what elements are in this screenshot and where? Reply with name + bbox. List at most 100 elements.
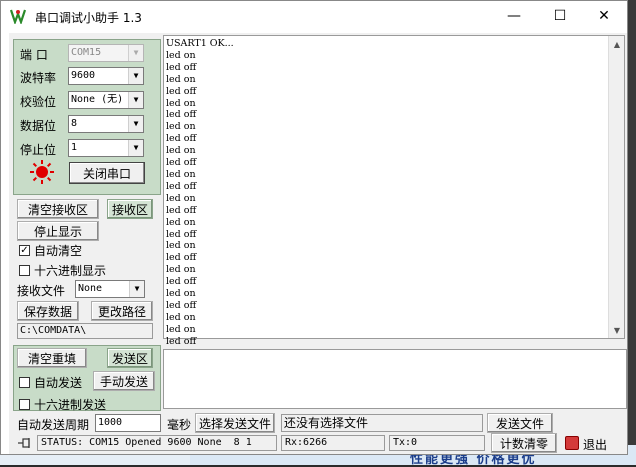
log-line: led on	[166, 121, 196, 133]
clear-receive-button[interactable]: 清空接收区	[17, 199, 99, 219]
hex-send-checkbox[interactable]: 十六进制发送	[19, 396, 106, 413]
chevron-down-icon: ▼	[128, 140, 143, 156]
stopbits-select[interactable]: 1 ▼	[68, 139, 144, 157]
log-line: led off	[166, 204, 197, 216]
pin-icon[interactable]	[17, 437, 33, 449]
app-window: 串口调试小助手 1.3 — ☐ ✕ 端 口 COM15 ▼ 波特率 9600 ▼…	[0, 0, 628, 455]
log-line: led off	[166, 85, 197, 97]
send-file-button[interactable]: 发送文件	[487, 413, 553, 433]
log-line: led off	[166, 276, 197, 288]
stopbits-select-value: 1	[71, 142, 78, 153]
choose-send-file-button[interactable]: 选择发送文件	[195, 413, 275, 433]
log-line: led on	[166, 323, 196, 335]
change-path-button[interactable]: 更改路径	[91, 301, 153, 321]
minimize-button[interactable]: —	[491, 1, 537, 31]
receive-file-label: 接收文件	[17, 284, 66, 298]
send-period-label: 自动发送周期	[17, 418, 90, 432]
clear-resend-button[interactable]: 清空重填	[17, 348, 87, 368]
log-line: led on	[166, 240, 196, 252]
chevron-down-icon: ▼	[128, 68, 143, 84]
maximize-button[interactable]: ☐	[537, 1, 583, 31]
hex-display-checkbox[interactable]: 十六进制显示	[19, 262, 106, 279]
auto-send-checkbox[interactable]: 自动发送	[19, 374, 82, 391]
log-line: led off	[166, 299, 197, 311]
log-line: led on	[166, 311, 196, 323]
log-line: led on	[166, 288, 196, 300]
parity-select-value: None (无)	[71, 94, 124, 105]
title-bar[interactable]: 串口调试小助手 1.3 — ☐ ✕	[1, 1, 627, 31]
status-text: STATUS: COM15 Opened 9600 None 8 1	[37, 435, 277, 451]
stop-display-button[interactable]: 停止显示	[17, 221, 99, 241]
status-bar: STATUS: COM15 Opened 9600 None 8 1 Rx:62…	[13, 433, 625, 453]
log-line: led off	[166, 61, 197, 73]
baud-label: 波特率	[20, 71, 57, 85]
log-line: led on	[166, 168, 196, 180]
scroll-down-icon[interactable]: ▼	[609, 322, 625, 338]
close-port-button[interactable]: 关闭串口	[69, 162, 145, 184]
send-period-unit: 毫秒	[167, 418, 192, 432]
background-right	[628, 0, 636, 465]
log-line: led off	[166, 252, 197, 264]
parity-label: 校验位	[20, 95, 57, 109]
save-path-field: C:\COMDATA\	[17, 323, 153, 339]
receive-log: USART1 OK... led on led off led on led off le…	[166, 38, 606, 348]
log-line: USART1 OK...	[166, 38, 234, 49]
log-line: led off	[166, 228, 197, 240]
auto-send-label: 自动发送	[34, 376, 83, 390]
chevron-down-icon: ▼	[128, 116, 143, 132]
databits-label: 数据位	[20, 119, 57, 133]
receive-file-select[interactable]: None ▼	[75, 280, 145, 298]
send-period-input[interactable]: 1000	[95, 414, 161, 432]
app-icon	[9, 9, 27, 24]
baud-select[interactable]: 9600 ▼	[68, 67, 144, 85]
hex-display-label: 十六进制显示	[34, 264, 107, 278]
chevron-down-icon: ▼	[128, 92, 143, 108]
scroll-up-icon[interactable]: ▲	[609, 36, 625, 52]
receive-textarea[interactable]: USART1 OK... led on led off led on led off le…	[163, 35, 625, 347]
log-line: led on	[166, 264, 196, 276]
port-label: 端 口	[20, 48, 48, 62]
databits-select[interactable]: 8 ▼	[68, 115, 144, 133]
hex-display-checkbox-box	[19, 265, 30, 276]
databits-select-value: 8	[71, 118, 78, 129]
chevron-down-icon: ▼	[128, 45, 143, 61]
clear-count-button[interactable]: 计数清零	[491, 433, 557, 453]
hex-send-checkbox-box	[19, 399, 30, 410]
log-line: led off	[166, 133, 197, 145]
auto-clear-checkbox[interactable]: ✓ 自动清空	[19, 242, 82, 259]
log-line: led off	[166, 180, 197, 192]
auto-clear-checkbox-box: ✓	[19, 245, 30, 256]
parity-select[interactable]: None (无) ▼	[68, 91, 144, 109]
log-line: led off	[166, 335, 197, 347]
client-area: 端 口 COM15 ▼ 波特率 9600 ▼ 校验位 None (无) ▼ 数据…	[9, 33, 627, 454]
save-data-button[interactable]: 保存数据	[17, 301, 79, 321]
manual-send-button[interactable]: 手动发送	[93, 371, 155, 391]
port-select[interactable]: COM15 ▼	[68, 44, 144, 62]
log-line: led off	[166, 157, 197, 169]
log-line: led on	[166, 97, 196, 109]
hex-send-label: 十六进制发送	[34, 398, 107, 412]
baud-select-value: 9600	[71, 70, 96, 81]
log-line: led on	[166, 145, 196, 157]
exit-icon	[565, 436, 579, 450]
receive-scrollbar[interactable]: ▲ ▼	[608, 36, 624, 338]
exit-button[interactable]: 退出	[583, 436, 607, 453]
port-select-value: COM15	[71, 47, 102, 58]
chevron-down-icon: ▼	[129, 281, 144, 297]
auto-send-checkbox-box	[19, 377, 30, 388]
log-line: led on	[166, 216, 196, 228]
log-line: led on	[166, 192, 196, 204]
receive-file-select-value: None	[78, 283, 103, 294]
rx-count: Rx:6266	[281, 435, 385, 451]
log-line: led on	[166, 73, 196, 85]
window-title: 串口调试小助手 1.3	[35, 11, 142, 25]
send-area-label: 发送区	[107, 348, 153, 368]
close-button[interactable]: ✕	[581, 1, 627, 31]
receive-area-label: 接收区	[107, 199, 153, 219]
stopbits-label: 停止位	[20, 143, 57, 157]
log-line: led on	[166, 49, 196, 61]
send-textarea[interactable]	[163, 349, 627, 409]
log-line: led off	[166, 109, 197, 121]
port-status-led-icon	[30, 160, 54, 184]
tx-count: Tx:0	[389, 435, 485, 451]
